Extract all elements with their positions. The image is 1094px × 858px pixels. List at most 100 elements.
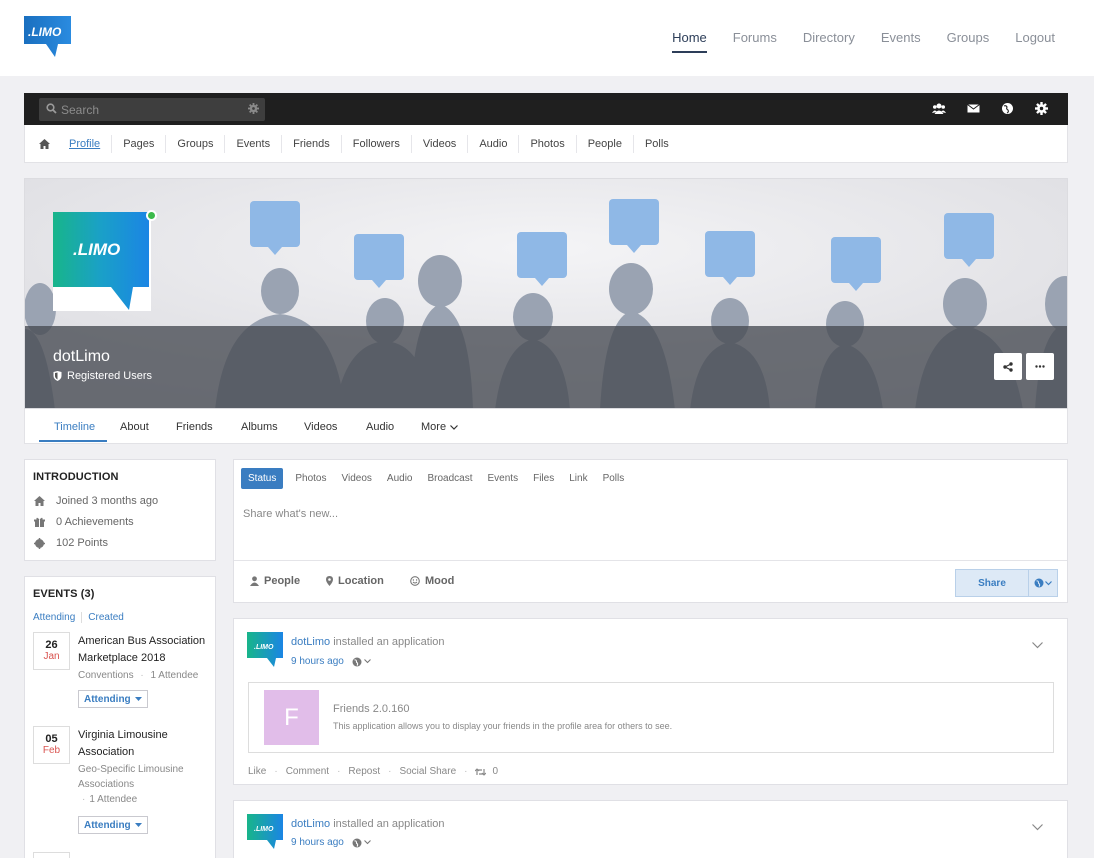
profile-avatar[interactable]: .LIMO [53,212,151,311]
event-rsvp-button[interactable]: Attending [78,816,148,834]
feed-options-chevron-icon[interactable] [1032,642,1043,649]
subnav-groups[interactable]: Groups [165,134,224,153]
add-mood-button[interactable]: Mood [410,575,454,587]
events-tab-created[interactable]: Created [81,612,130,623]
composer-tab-status[interactable]: Status [241,468,284,489]
star-icon [34,537,45,549]
tab-friends[interactable]: Friends [176,421,213,433]
event-date: 05 Feb [33,726,70,764]
event-item[interactable]: 05 Feb Virginia Limousine Association Ge… [33,726,213,856]
feed-avatar[interactable]: .LIMO [247,814,283,850]
nav-forums[interactable]: Forums [733,30,777,53]
user-icon [250,576,259,586]
add-location-button[interactable]: Location [326,575,384,587]
search-input[interactable]: Search [61,103,99,117]
event-rsvp-label: Attending [84,819,131,831]
feed-time[interactable]: 9 hours ago [291,656,344,667]
composer-tab-videos[interactable]: Videos [342,473,372,484]
tab-videos[interactable]: Videos [304,421,337,433]
feed-action: installed an application [333,636,445,648]
shield-icon [53,371,62,381]
tab-audio[interactable]: Audio [366,421,394,433]
feed-author[interactable]: dotLimo [291,818,330,830]
profile-tabs: Timeline About Friends Albums Videos Aud… [24,409,1068,444]
subnav-pages[interactable]: Pages [111,134,165,153]
composer-tab-photos[interactable]: Photos [295,473,326,484]
nav-logout[interactable]: Logout [1015,30,1055,53]
subnav-events[interactable]: Events [224,134,281,153]
subnav-people[interactable]: People [575,134,633,153]
composer-footer: People Location Mood Share [234,560,1067,604]
repost-button[interactable]: Repost [348,766,380,777]
event-title[interactable]: Virginia Limousine Association [78,727,213,761]
comment-button[interactable]: Comment [286,766,329,777]
tab-albums[interactable]: Albums [241,421,278,433]
event-month: Jan [43,651,60,662]
site-logo[interactable]: .LIMO [24,16,71,57]
privacy-globe-icon[interactable] [352,838,371,848]
users-icon[interactable] [932,102,946,115]
composer-tab-broadcast[interactable]: Broadcast [427,473,472,484]
privacy-dropdown[interactable] [1028,569,1058,597]
chevron-down-icon [450,424,458,430]
subnav-videos[interactable]: Videos [410,134,467,153]
share-profile-button[interactable] [994,353,1022,380]
tag-people-button[interactable]: People [250,575,300,587]
event-day: 05 [45,733,58,745]
app-name[interactable]: Friends 2.0.160 [333,703,409,715]
event-rsvp-button[interactable]: Attending [78,690,148,708]
share-button[interactable]: Share [955,569,1029,597]
subnav-friends[interactable]: Friends [281,134,341,153]
active-tab-indicator [39,440,107,442]
svg-text:.LIMO: .LIMO [73,240,120,259]
composer-tab-polls[interactable]: Polls [603,473,625,484]
composer-tab-events[interactable]: Events [488,473,519,484]
chevron-down-icon [1045,580,1052,586]
nav-home[interactable]: Home [672,30,707,53]
event-meta: Conventions · 1 Attendee [78,670,199,681]
profile-more-button[interactable] [1026,353,1054,380]
tag-people-label: People [264,575,301,587]
feed-options-chevron-icon[interactable] [1032,824,1043,831]
feed-meta: 9 hours ago [291,656,371,667]
composer-tab-link[interactable]: Link [569,473,587,484]
home-icon [34,496,45,506]
privacy-globe-icon[interactable] [352,657,371,667]
home-icon[interactable] [39,138,55,149]
events-tab-attending[interactable]: Attending [33,612,81,623]
tab-about[interactable]: About [120,421,149,433]
app-card[interactable]: F Friends 2.0.160 This application allow… [248,682,1054,753]
map-marker-icon [326,576,333,586]
top-toolbar: Search [24,93,1068,125]
event-month: Feb [42,745,61,756]
gear-icon[interactable] [1035,102,1048,115]
event-day: 26 [45,639,58,651]
event-title[interactable]: American Bus Association Marketplace 201… [78,633,213,667]
subnav-profile[interactable]: Profile [58,135,111,153]
search-box[interactable]: Search [39,98,265,121]
feed-author[interactable]: dotLimo [291,636,330,648]
like-button[interactable]: Like [248,766,266,777]
feed-avatar[interactable]: .LIMO [247,632,283,668]
nav-events[interactable]: Events [881,30,921,53]
composer-tab-audio[interactable]: Audio [387,473,413,484]
subnav-polls[interactable]: Polls [632,134,680,153]
search-settings-icon[interactable] [248,103,259,114]
tab-timeline[interactable]: Timeline [54,421,95,433]
subnav-audio[interactable]: Audio [467,134,518,153]
envelope-icon[interactable] [967,102,980,115]
nav-directory[interactable]: Directory [803,30,855,53]
globe-icon[interactable] [1001,102,1014,115]
status-input[interactable]: Share what's new... [243,508,338,520]
subnav-photos[interactable]: Photos [518,134,575,153]
social-share-button[interactable]: Social Share [399,766,456,777]
intro-points: 102 Points [34,537,108,549]
composer-tab-files[interactable]: Files [533,473,554,484]
nav-groups[interactable]: Groups [947,30,990,53]
subnav-followers[interactable]: Followers [340,134,411,153]
status-composer: Status Photos Videos Audio Broadcast Eve… [233,459,1068,603]
globe-icon [1034,578,1044,588]
feed-time[interactable]: 9 hours ago [291,837,344,848]
feed-actions: Like · Comment · Repost · Social Share · 0 [248,766,499,777]
tab-more[interactable]: More [421,421,458,433]
